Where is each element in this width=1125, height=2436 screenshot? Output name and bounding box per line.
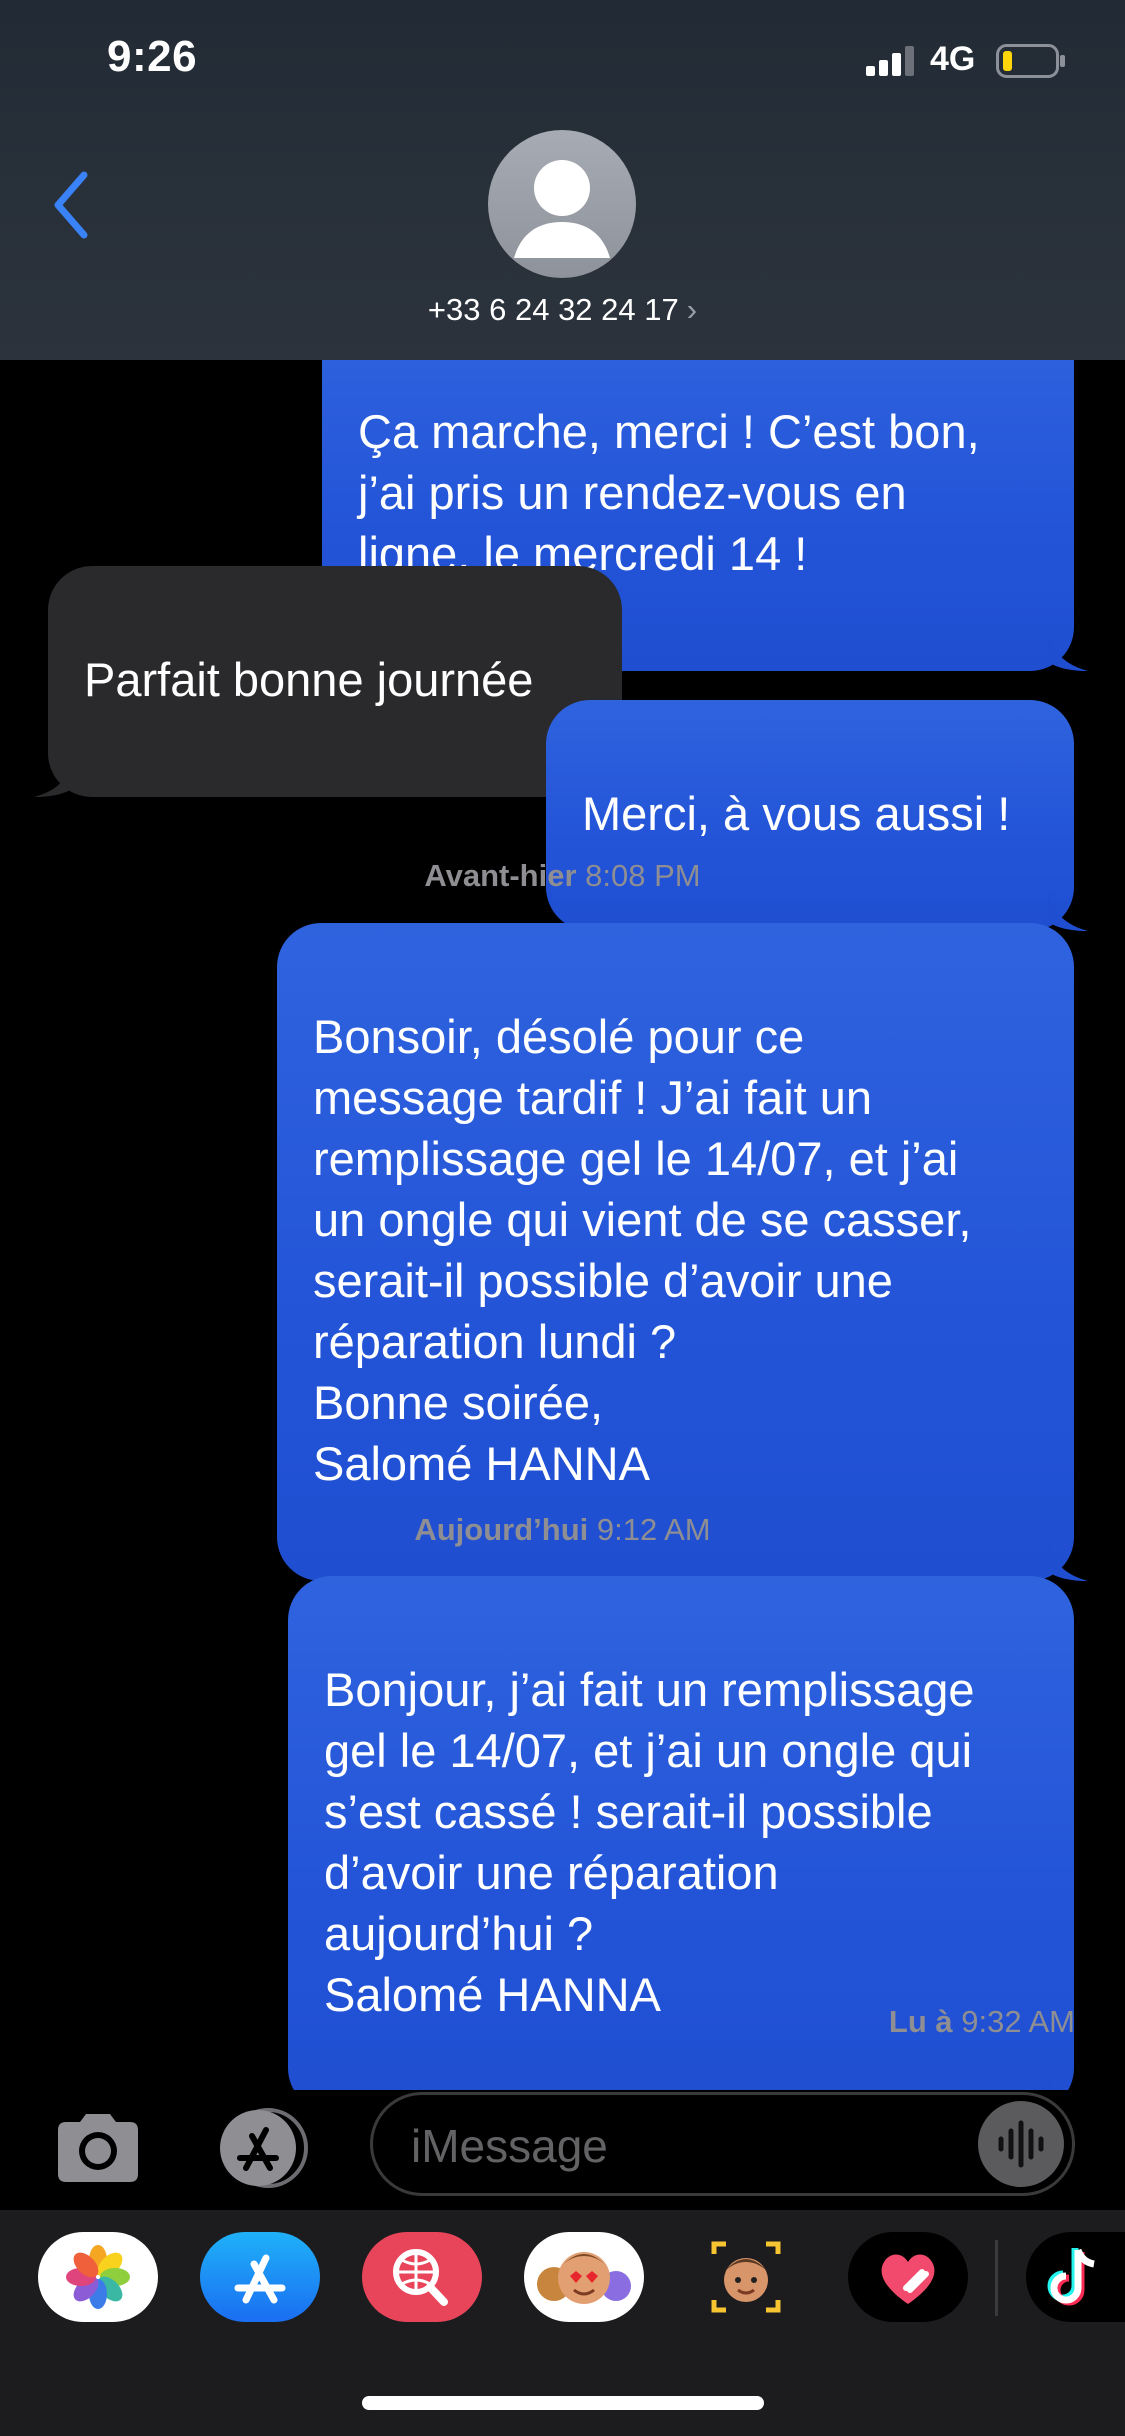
- message-text: Parfait bonne journée: [84, 653, 534, 706]
- bubble-tail: [1048, 891, 1088, 931]
- chevron-right-icon: ›: [686, 292, 698, 327]
- chat-header: 9:26 4G +33 6 24 32 24 17 ›: [0, 0, 1125, 360]
- app-store-glyph-icon: [234, 2254, 286, 2304]
- message-input-bar: [0, 2090, 1125, 2210]
- audio-message-button[interactable]: [978, 2101, 1064, 2187]
- timestamp-day: Avant-hier: [424, 858, 577, 893]
- contact-name-button[interactable]: +33 6 24 32 24 17 ›: [0, 292, 1125, 328]
- waveform-icon: [998, 2120, 1044, 2168]
- memoji-camera-icon: [711, 2241, 781, 2313]
- read-receipt-time: 9:32 AM: [961, 2004, 1075, 2039]
- photos-flower-icon: [66, 2245, 130, 2309]
- message-input[interactable]: [409, 2115, 933, 2177]
- message-bubble-sent[interactable]: Bonsoir, désolé pour ce message tardif !…: [277, 923, 1088, 1581]
- bubble-tail: [34, 757, 74, 797]
- read-receipt-label: Lu à: [888, 2004, 953, 2039]
- timestamp: Aujourd’hui 9:12 AM: [0, 1512, 1125, 1548]
- memoji-stickers-app-icon[interactable]: [524, 2232, 644, 2322]
- camera-icon[interactable]: [50, 2108, 146, 2188]
- message-text: Bonsoir, désolé pour ce message tardif !…: [313, 1010, 972, 1490]
- cellular-signal-icon: [866, 46, 914, 76]
- message-field[interactable]: [370, 2092, 1075, 2196]
- memoji-stickers-icon: [537, 2252, 631, 2304]
- memoji-app-icon[interactable]: [686, 2232, 806, 2322]
- bubble-tail: [1048, 631, 1088, 671]
- digital-touch-app-icon[interactable]: [848, 2232, 968, 2322]
- back-chevron-icon[interactable]: [44, 165, 104, 245]
- message-bubble-sent[interactable]: Merci, à vous aussi !: [546, 700, 1088, 931]
- globe-search-icon: [393, 2249, 448, 2306]
- contact-name: +33 6 24 32 24 17: [427, 292, 679, 327]
- message-bubble-received[interactable]: Parfait bonne journée: [34, 566, 622, 797]
- status-time: 9:26: [107, 32, 198, 81]
- drawer-divider: [995, 2240, 998, 2316]
- contact-avatar[interactable]: [488, 130, 636, 278]
- network-type: 4G: [930, 40, 976, 78]
- message-text: Ça marche, merci ! C’est bon, j’ai pris …: [358, 405, 980, 580]
- bubble-tail: [1048, 2072, 1055, 2090]
- message-text: Merci, à vous aussi !: [582, 787, 1011, 840]
- heart-touch-icon: [881, 2254, 935, 2304]
- person-silhouette-icon: [514, 160, 610, 258]
- app-store-icon[interactable]: [210, 2106, 318, 2190]
- battery-icon: [996, 44, 1065, 78]
- message-text: Bonjour, j’ai fait un remplissage gel le…: [324, 1663, 975, 2021]
- timestamp: Avant-hier 8:08 PM: [0, 858, 1125, 894]
- timestamp-day: Aujourd’hui: [414, 1512, 589, 1547]
- photos-app-icon[interactable]: [38, 2232, 158, 2322]
- timestamp-time: 9:12 AM: [596, 1512, 711, 1547]
- app-store-app-icon[interactable]: [200, 2232, 320, 2322]
- tiktok-app-icon[interactable]: [1026, 2232, 1125, 2322]
- home-indicator[interactable]: [362, 2396, 764, 2410]
- web-search-app-icon[interactable]: [362, 2232, 482, 2322]
- tiktok-note-icon: [1047, 2248, 1095, 2306]
- timestamp-time: 8:08 PM: [585, 858, 701, 893]
- read-receipt: Lu à 9:32 AM: [889, 2004, 1075, 2040]
